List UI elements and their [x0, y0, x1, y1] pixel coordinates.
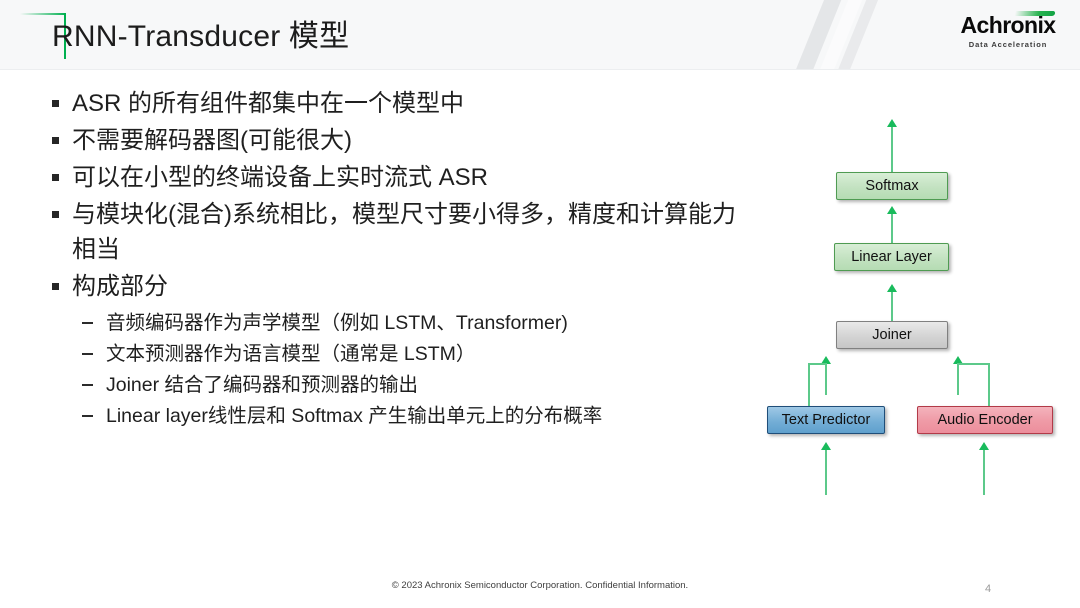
node-joiner[interactable]: Joiner: [836, 321, 948, 349]
text-to-joiner-vert-down: [808, 363, 810, 408]
joiner-to-linear-arrow: [887, 284, 897, 292]
linear-to-softmax-line: [891, 214, 893, 243]
achronix-logo: Achronix Data Acceleration: [952, 11, 1064, 49]
text-input-arrow: [821, 442, 831, 450]
text-to-joiner-horz: [808, 363, 827, 365]
node-audio-encoder[interactable]: Audio Encoder: [917, 406, 1053, 434]
dash-icon: [82, 322, 93, 324]
sub-bullet-text: Linear layer线性层和 Softmax 产生输出单元上的分布概率: [106, 405, 603, 427]
bullet-square-icon: [52, 283, 59, 290]
slide: RNN-Transducer 模型 Achronix Data Accelera…: [0, 0, 1080, 608]
page-number: 4: [985, 583, 992, 595]
sub-bullet-text: 文本预测器作为语言模型（通常是 LSTM）: [106, 343, 476, 365]
bullet-square-icon: [52, 174, 59, 181]
text-to-joiner-vert-up: [825, 364, 827, 395]
bullet-square-icon: [52, 137, 59, 144]
dash-icon: [82, 415, 93, 417]
audio-to-joiner-vert-up: [957, 364, 959, 395]
output-arrow-head: [887, 119, 897, 127]
joiner-to-linear-line: [891, 292, 893, 321]
slide-header: RNN-Transducer 模型 Achronix Data Accelera…: [0, 0, 1080, 70]
bullet-list: ASR 的所有组件都集中在一个模型中 不需要解码器图(可能很大) 可以在小型的终…: [48, 86, 748, 432]
dash-icon: [82, 384, 93, 386]
logo-swoosh-icon: [1014, 11, 1056, 16]
node-text-predictor[interactable]: Text Predictor: [767, 406, 885, 434]
sub-bullet-text: Joiner 结合了编码器和预测器的输出: [106, 374, 419, 396]
sub-bullet-item: 音频编码器作为声学模型（例如 LSTM、Transformer): [72, 308, 748, 339]
sub-bullet-text: 音频编码器作为声学模型（例如 LSTM、Transformer): [106, 312, 568, 334]
bullet-text: 可以在小型的终端设备上实时流式 ASR: [72, 164, 489, 191]
rnnt-architecture-diagram: Softmax Linear Layer Joiner Text Predict…: [750, 110, 1080, 500]
logo-tagline: Data Acceleration: [968, 40, 1048, 49]
bullet-text: 与模块化(混合)系统相比，模型尺寸要小得多，精度和计算能力相当: [72, 201, 736, 263]
audio-to-joiner-vert-down: [988, 363, 990, 408]
audio-input-arrow: [979, 442, 989, 450]
sub-bullet-list: 音频编码器作为声学模型（例如 LSTM、Transformer) 文本预测器作为…: [72, 308, 748, 432]
page-title: RNN-Transducer 模型: [52, 20, 350, 53]
bullet-text: 构成部分: [72, 273, 168, 300]
node-linear-layer[interactable]: Linear Layer: [834, 243, 949, 271]
text-input-line: [825, 450, 827, 495]
bullet-text: 不需要解码器图(可能很大): [72, 127, 352, 154]
sub-bullet-item: 文本预测器作为语言模型（通常是 LSTM）: [72, 339, 748, 370]
bullet-item: 不需要解码器图(可能很大): [48, 123, 748, 158]
bullet-square-icon: [52, 211, 59, 218]
audio-input-line: [983, 450, 985, 495]
dash-icon: [82, 353, 93, 355]
bullet-item: 构成部分 音频编码器作为声学模型（例如 LSTM、Transformer) 文本…: [48, 269, 748, 432]
bullet-content: ASR 的所有组件都集中在一个模型中 不需要解码器图(可能很大) 可以在小型的终…: [48, 86, 748, 434]
bullet-text: ASR 的所有组件都集中在一个模型中: [72, 90, 465, 117]
sub-bullet-item: Linear layer线性层和 Softmax 产生输出单元上的分布概率: [72, 401, 748, 432]
audio-to-joiner-horz: [957, 363, 990, 365]
sub-bullet-item: Joiner 结合了编码器和预测器的输出: [72, 370, 748, 401]
decorative-stripes: [784, 0, 962, 69]
node-softmax[interactable]: Softmax: [836, 172, 948, 200]
bullet-item: 可以在小型的终端设备上实时流式 ASR: [48, 160, 748, 195]
bullet-item: ASR 的所有组件都集中在一个模型中: [48, 86, 748, 121]
bullet-square-icon: [52, 100, 59, 107]
output-arrow-line: [891, 126, 893, 172]
footer-copyright: © 2023 Achronix Semiconductor Corporatio…: [391, 580, 689, 591]
bullet-item: 与模块化(混合)系统相比，模型尺寸要小得多，精度和计算能力相当: [48, 197, 748, 267]
linear-to-softmax-arrow: [887, 206, 897, 214]
